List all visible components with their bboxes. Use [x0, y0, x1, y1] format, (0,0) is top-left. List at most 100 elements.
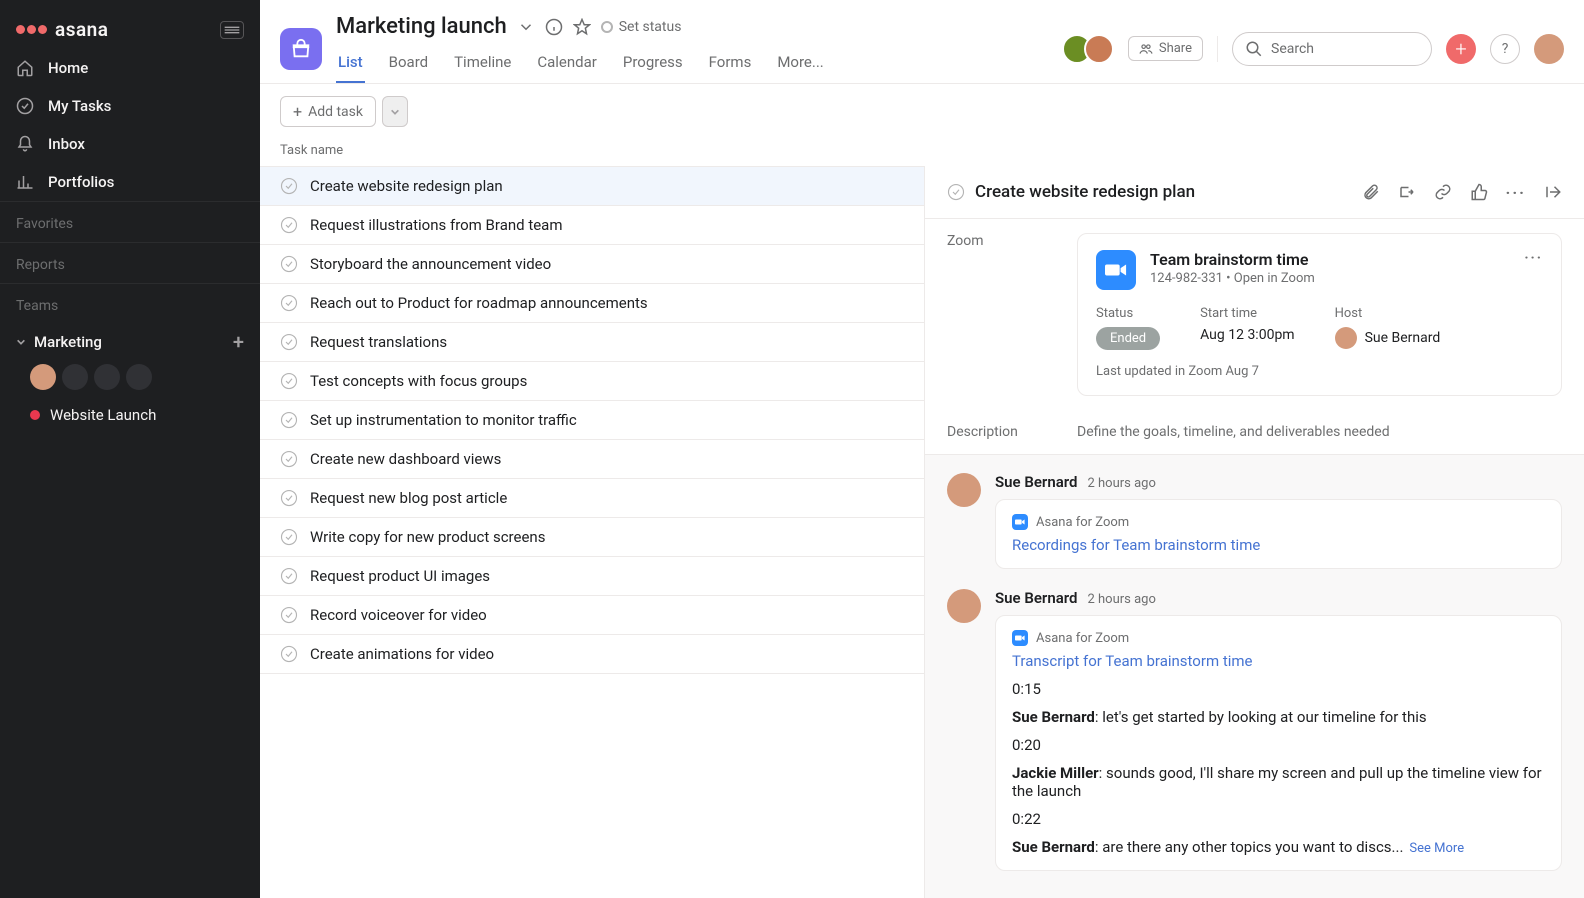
sidebar-project-website-launch[interactable]: Website Launch [0, 398, 260, 432]
task-check-icon[interactable] [280, 528, 298, 546]
tab-board[interactable]: Board [387, 45, 430, 83]
description-value[interactable]: Define the goals, timeline, and delivera… [1077, 424, 1390, 440]
add-task-button[interactable]: + Add task [280, 96, 376, 127]
host-avatar [1335, 327, 1357, 349]
zoom-last-updated: Last updated in Zoom Aug 7 [1096, 364, 1543, 379]
member-avatar[interactable] [126, 364, 152, 390]
task-row[interactable]: Request illustrations from Brand team [260, 206, 924, 245]
task-title: Request new blog post article [310, 489, 507, 507]
task-check-icon[interactable] [280, 606, 298, 624]
complete-task-icon[interactable] [947, 183, 965, 201]
nav-portfolios[interactable]: Portfolios [0, 163, 260, 201]
set-status-button[interactable]: Set status [601, 19, 682, 35]
people-icon [1139, 42, 1153, 56]
tab-more[interactable]: More... [775, 45, 825, 83]
comment-time: 2 hours ago [1087, 476, 1155, 491]
section-favorites[interactable]: Favorites [0, 202, 260, 242]
help-button[interactable]: ? [1490, 34, 1520, 64]
zoom-meeting-sub: 124-982-331 • Open in Zoom [1150, 271, 1315, 286]
task-row[interactable]: Write copy for new product screens [260, 518, 924, 557]
task-check-icon[interactable] [280, 177, 298, 195]
task-row[interactable]: Create new dashboard views [260, 440, 924, 479]
task-check-icon[interactable] [280, 489, 298, 507]
tab-forms[interactable]: Forms [707, 45, 754, 83]
subtask-icon[interactable] [1398, 183, 1416, 201]
chevron-down-icon[interactable] [517, 18, 535, 36]
task-row[interactable]: Storyboard the announcement video [260, 245, 924, 284]
tab-progress[interactable]: Progress [621, 45, 685, 83]
nav-inbox-label: Inbox [48, 135, 85, 153]
comment-author: Sue Bernard [995, 473, 1077, 491]
zoom-meeting-card: Team brainstorm time 124-982-331 • Open … [1077, 233, 1562, 396]
brand-name: asana [55, 18, 109, 41]
tab-timeline[interactable]: Timeline [452, 45, 513, 83]
project-title: Marketing launch [336, 14, 507, 39]
task-row[interactable]: Create website redesign plan [260, 167, 924, 206]
attachment-icon[interactable] [1362, 183, 1380, 201]
task-row[interactable]: Record voiceover for video [260, 596, 924, 635]
task-row[interactable]: Create animations for video [260, 635, 924, 674]
tab-list[interactable]: List [336, 45, 365, 83]
task-check-icon[interactable] [280, 294, 298, 312]
close-panel-icon[interactable] [1544, 183, 1562, 201]
copy-link-icon[interactable] [1434, 183, 1452, 201]
team-members-row [0, 360, 260, 398]
nav-inbox[interactable]: Inbox [0, 125, 260, 163]
recording-link[interactable]: Recordings for Team brainstorm time [1012, 536, 1545, 554]
nav-mytasks[interactable]: My Tasks [0, 87, 260, 125]
zoom-open-link[interactable]: Open in Zoom [1234, 271, 1315, 286]
zoom-host-label: Host [1335, 306, 1441, 321]
comment-avatar [947, 473, 981, 507]
task-row[interactable]: Request translations [260, 323, 924, 362]
current-user-avatar[interactable] [1534, 34, 1564, 64]
info-icon[interactable] [545, 18, 563, 36]
zoom-field-label: Zoom [947, 233, 1057, 396]
task-title: Request product UI images [310, 567, 490, 585]
share-button[interactable]: Share [1128, 36, 1203, 61]
member-avatar[interactable] [94, 364, 120, 390]
task-title: Create website redesign plan [310, 177, 503, 195]
more-actions-icon[interactable]: ··· [1506, 183, 1526, 202]
project-label: Website Launch [50, 406, 156, 424]
like-icon[interactable] [1470, 183, 1488, 201]
section-reports[interactable]: Reports [0, 243, 260, 283]
global-add-button[interactable]: + [1446, 34, 1476, 64]
member-avatar[interactable] [62, 364, 88, 390]
team-marketing[interactable]: Marketing + [0, 324, 260, 360]
share-label: Share [1159, 41, 1192, 56]
task-check-icon[interactable] [280, 333, 298, 351]
task-row[interactable]: Set up instrumentation to monitor traffi… [260, 401, 924, 440]
task-check-icon[interactable] [280, 645, 298, 663]
task-row[interactable]: Reach out to Product for roadmap announc… [260, 284, 924, 323]
project-members[interactable] [1062, 34, 1114, 64]
bell-icon [16, 135, 34, 153]
task-check-icon[interactable] [280, 216, 298, 234]
task-title: Reach out to Product for roadmap announc… [310, 294, 648, 312]
task-row[interactable]: Request new blog post article [260, 479, 924, 518]
add-team-icon[interactable]: + [233, 332, 244, 352]
zoom-card-menu[interactable]: ··· [1524, 250, 1543, 266]
search-input[interactable]: Search [1232, 32, 1432, 66]
member-avatar[interactable] [30, 364, 56, 390]
description-label: Description [947, 424, 1057, 440]
task-check-icon[interactable] [280, 255, 298, 273]
tab-calendar[interactable]: Calendar [535, 45, 599, 83]
task-check-icon[interactable] [280, 411, 298, 429]
member-avatar[interactable] [1084, 34, 1114, 64]
see-more-link[interactable]: See More [1409, 841, 1464, 856]
task-check-icon[interactable] [280, 450, 298, 468]
task-row[interactable]: Test concepts with focus groups [260, 362, 924, 401]
task-row[interactable]: Request product UI images [260, 557, 924, 596]
collapse-sidebar-icon[interactable] [220, 21, 244, 39]
task-list: Create website redesign plan Request illu… [260, 166, 924, 898]
comment-time: 2 hours ago [1087, 592, 1155, 607]
transcript-link[interactable]: Transcript for Team brainstorm time [1012, 652, 1545, 670]
task-title: Test concepts with focus groups [310, 372, 527, 390]
task-check-icon[interactable] [280, 567, 298, 585]
add-task-dropdown[interactable] [382, 96, 408, 127]
comment-avatar [947, 589, 981, 623]
section-teams: Teams [0, 284, 260, 324]
task-check-icon[interactable] [280, 372, 298, 390]
star-icon[interactable] [573, 18, 591, 36]
nav-home[interactable]: Home [0, 49, 260, 87]
